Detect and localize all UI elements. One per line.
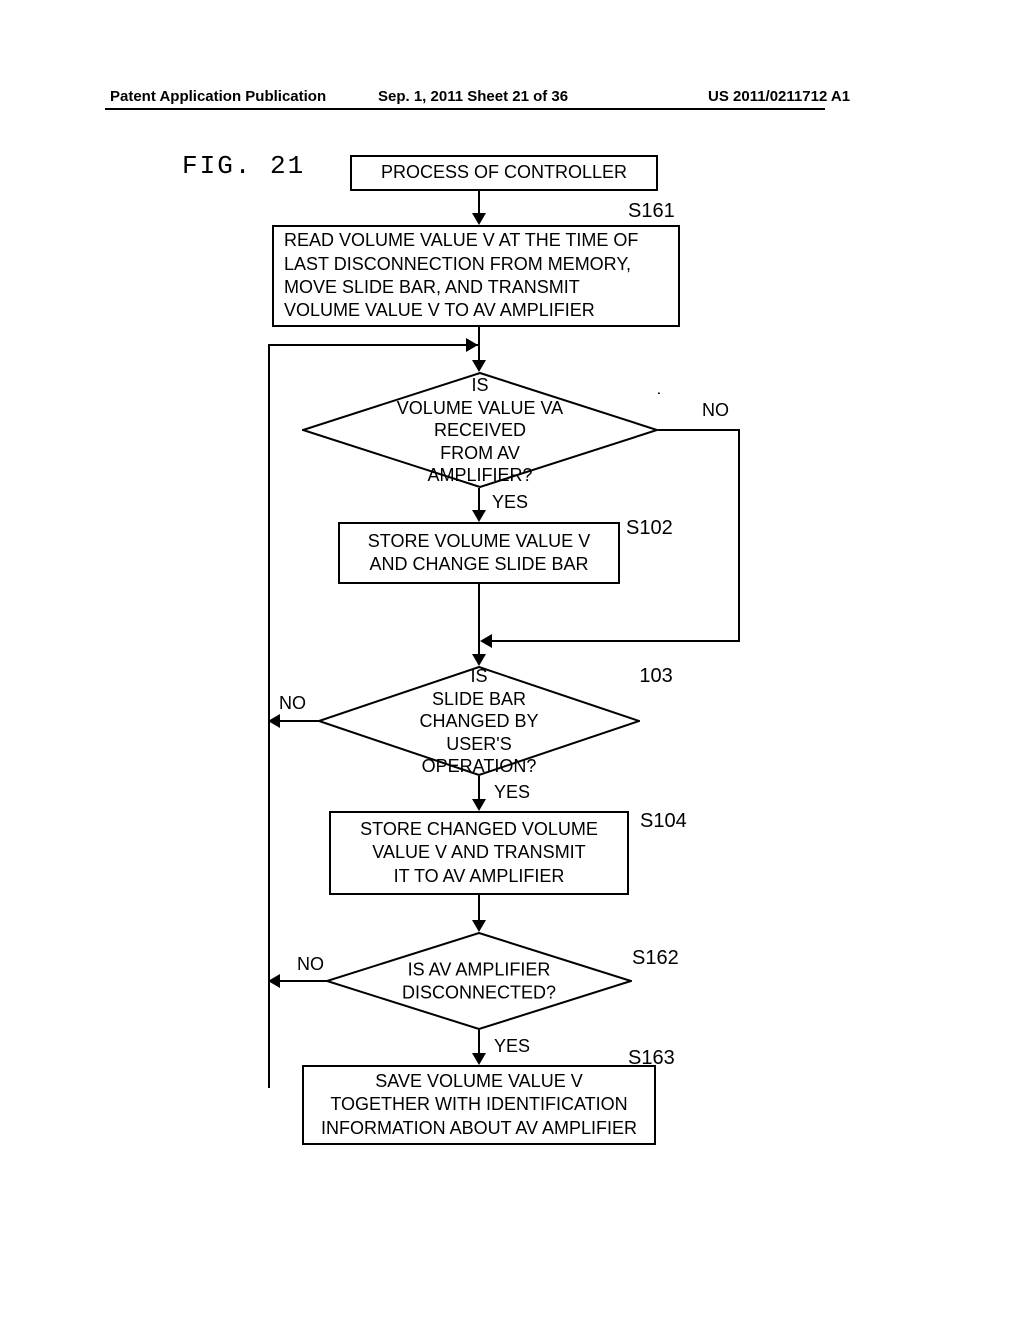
s163-text: SAVE VOLUME VALUE V TOGETHER WITH IDENTI… [321, 1070, 637, 1140]
s162-diamond: IS AV AMPLIFIER DISCONNECTED? [326, 932, 632, 1030]
arrow-down-icon [472, 799, 486, 811]
s161-box: READ VOLUME VALUE V AT THE TIME OF LAST … [272, 225, 680, 327]
conn-line [658, 429, 740, 431]
s103-diamond: IS SLIDE BAR CHANGED BY USER'S OPERATION… [318, 666, 640, 776]
s163-box: SAVE VOLUME VALUE V TOGETHER WITH IDENTI… [302, 1065, 656, 1145]
s101-text: IS VOLUME VALUE VA RECEIVED FROM AV AMPL… [391, 374, 569, 487]
step-label-s162: S162 [632, 947, 679, 970]
arrow-left-icon [268, 974, 280, 988]
conn-line [278, 720, 320, 722]
header-divider [105, 108, 825, 110]
yes-label: YES [494, 782, 530, 803]
step-label-s161: S161 [628, 200, 675, 223]
step-label-s104: S104 [640, 810, 687, 833]
conn-line [478, 584, 480, 659]
arrow-down-icon [472, 1053, 486, 1065]
step-label-s102: S102 [626, 517, 673, 540]
arrow-down-icon [472, 360, 486, 372]
s103-text: IS SLIDE BAR CHANGED BY USER'S OPERATION… [399, 665, 560, 778]
s104-box: STORE CHANGED VOLUME VALUE V AND TRANSMI… [329, 811, 629, 895]
arrow-down-icon [472, 510, 486, 522]
s101-diamond: IS VOLUME VALUE VA RECEIVED FROM AV AMPL… [302, 372, 658, 488]
conn-line [268, 344, 478, 346]
no-label: NO [297, 954, 324, 975]
arrow-down-icon [472, 213, 486, 225]
header-center: Sep. 1, 2011 Sheet 21 of 36 [378, 88, 568, 105]
start-box: PROCESS OF CONTROLLER [350, 155, 658, 191]
conn-line [738, 429, 740, 642]
arrow-left-icon [480, 634, 492, 648]
no-label: NO [279, 693, 306, 714]
arrow-left-icon [268, 714, 280, 728]
arrow-right-icon [466, 338, 478, 352]
s102-box: STORE VOLUME VALUE V AND CHANGE SLIDE BA… [338, 522, 620, 584]
no-label: NO [702, 400, 729, 421]
start-text: PROCESS OF CONTROLLER [381, 161, 627, 184]
s162-text: IS AV AMPLIFIER DISCONNECTED? [402, 959, 556, 1004]
header-left: Patent Application Publication [110, 88, 326, 105]
figure-label: FIG. 21 [182, 151, 305, 181]
yes-label: YES [494, 1036, 530, 1057]
header-right: US 2011/0211712 A1 [708, 88, 850, 105]
arrow-down-icon [472, 920, 486, 932]
conn-line [278, 980, 328, 982]
conn-line [490, 640, 740, 642]
conn-line [268, 1086, 270, 1088]
s161-text: READ VOLUME VALUE V AT THE TIME OF LAST … [284, 229, 638, 323]
yes-label: YES [492, 492, 528, 513]
s104-text: STORE CHANGED VOLUME VALUE V AND TRANSMI… [360, 818, 598, 888]
s102-text: STORE VOLUME VALUE V AND CHANGE SLIDE BA… [368, 530, 590, 577]
